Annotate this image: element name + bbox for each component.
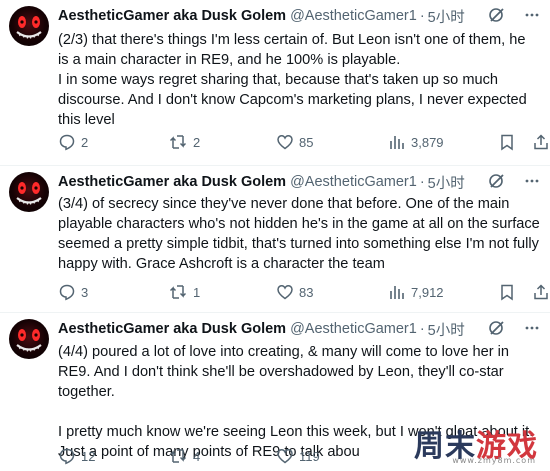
tweet[interactable]: AestheticGamer aka Dusk Golem @Aesthetic… — [0, 166, 550, 313]
display-name[interactable]: AestheticGamer aka Dusk Golem — [58, 8, 286, 24]
more-icon[interactable] — [524, 7, 540, 23]
tweet-text: (3/4) of secrecy since they've never don… — [58, 196, 544, 272]
avatar[interactable] — [9, 319, 49, 359]
timestamp[interactable]: 5小时 — [428, 6, 465, 27]
share-button[interactable] — [532, 283, 550, 301]
more-icon[interactable] — [524, 320, 540, 336]
views-button[interactable]: 3,879 — [388, 133, 444, 151]
share-button[interactable] — [532, 133, 550, 151]
avatar[interactable] — [9, 6, 49, 46]
share-icon — [534, 284, 548, 300]
grok-icon[interactable] — [488, 172, 506, 190]
display-name[interactable]: AestheticGamer aka Dusk Golem — [58, 174, 286, 190]
grok-icon[interactable] — [488, 6, 506, 24]
share-icon — [534, 134, 548, 150]
views-icon — [390, 136, 404, 149]
reply-button[interactable]: 12 — [58, 447, 95, 465]
view-count: 3,879 — [411, 134, 444, 150]
tweet[interactable]: AestheticGamer aka Dusk Golem @Aesthetic… — [0, 313, 550, 471]
user-handle[interactable]: @AestheticGamer1 — [290, 8, 417, 24]
retweet-icon — [169, 285, 187, 299]
monster-face-icon — [16, 182, 42, 205]
retweet-button[interactable]: 4 — [168, 447, 200, 465]
bookmark-icon — [501, 134, 513, 151]
views-icon — [390, 286, 404, 299]
user-handle[interactable]: @AestheticGamer1 — [290, 174, 417, 190]
separator-dot: · — [419, 8, 425, 24]
tweet[interactable]: AestheticGamer aka Dusk Golem @Aesthetic… — [0, 0, 550, 166]
heart-icon — [277, 449, 293, 464]
like-count: 83 — [299, 284, 314, 300]
heart-icon — [277, 135, 293, 150]
monster-face-icon — [16, 329, 42, 352]
heart-icon — [277, 285, 293, 300]
like-count: 119 — [299, 448, 320, 464]
like-button[interactable]: 83 — [276, 283, 313, 301]
tweet-actions: 2 2 85 3,879 — [58, 133, 548, 153]
retweet-count: 1 — [193, 284, 201, 300]
retweet-button[interactable]: 1 — [168, 283, 200, 301]
retweet-icon — [169, 449, 187, 463]
reply-button[interactable]: 3 — [58, 283, 88, 301]
display-name[interactable]: AestheticGamer aka Dusk Golem — [58, 321, 286, 337]
watermark-url: www.zmy8m.com — [452, 456, 536, 465]
monster-face-icon — [16, 16, 42, 39]
reply-icon — [59, 284, 75, 301]
reply-icon — [59, 448, 75, 465]
timestamp[interactable]: 5小时 — [428, 319, 465, 340]
separator-dot: · — [419, 321, 425, 337]
more-icon[interactable] — [524, 173, 540, 189]
separator-dot: · — [419, 174, 425, 190]
like-button[interactable]: 85 — [276, 133, 313, 151]
like-button[interactable]: 119 — [276, 447, 320, 465]
reply-count: 12 — [81, 448, 96, 464]
tweet-actions: 3 1 83 7,912 — [58, 283, 548, 303]
reply-icon — [59, 134, 75, 151]
bookmark-icon — [501, 284, 513, 301]
tweet-header: AestheticGamer aka Dusk Golem @Aesthetic… — [58, 172, 540, 192]
retweet-button[interactable]: 2 — [168, 133, 200, 151]
retweet-count: 4 — [193, 448, 201, 464]
timestamp[interactable]: 5小时 — [428, 172, 465, 193]
user-handle[interactable]: @AestheticGamer1 — [290, 321, 417, 337]
like-count: 85 — [299, 134, 314, 150]
retweet-icon — [169, 135, 187, 149]
tweet-text: (2/3) that there's things I'm less certa… — [58, 32, 527, 128]
view-count: 7,912 — [411, 284, 444, 300]
avatar[interactable] — [9, 172, 49, 212]
tweet-header: AestheticGamer aka Dusk Golem @Aesthetic… — [58, 319, 540, 339]
retweet-count: 2 — [193, 134, 201, 150]
bookmark-button[interactable] — [498, 283, 516, 301]
grok-icon[interactable] — [488, 319, 506, 337]
reply-button[interactable]: 2 — [58, 133, 88, 151]
tweet-header: AestheticGamer aka Dusk Golem @Aesthetic… — [58, 6, 540, 26]
watermark: 周末游戏 www.zmy8m.com — [364, 421, 544, 465]
reply-count: 2 — [81, 134, 89, 150]
bookmark-button[interactable] — [498, 133, 516, 151]
reply-count: 3 — [81, 284, 89, 300]
views-button[interactable]: 7,912 — [388, 283, 444, 301]
